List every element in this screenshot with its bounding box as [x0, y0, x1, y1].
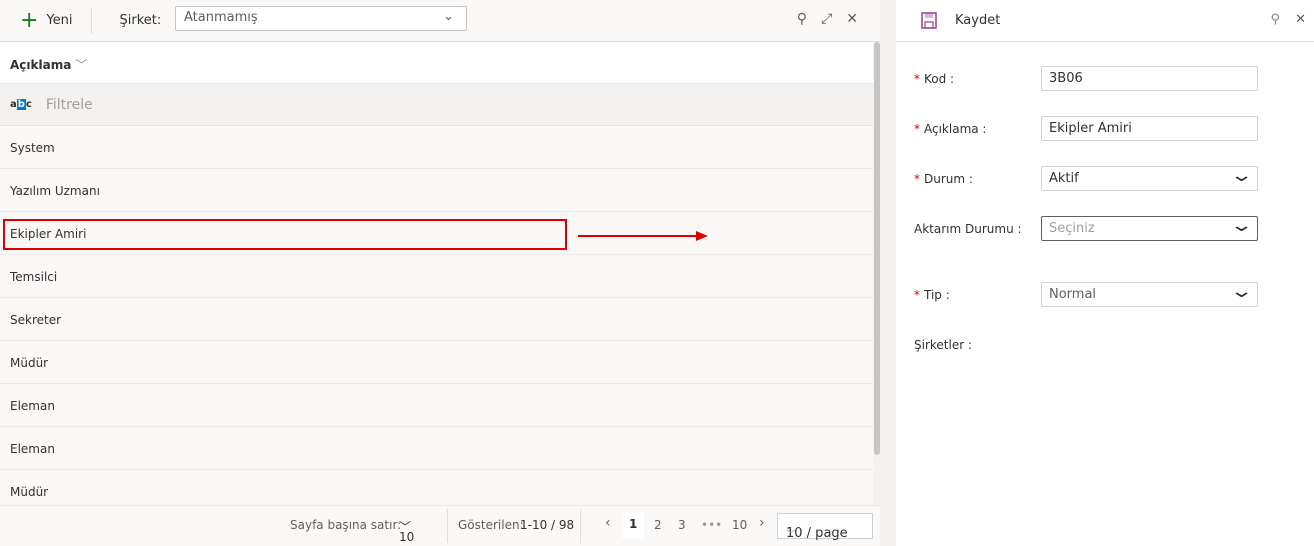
highlight-box [3, 219, 567, 250]
save-button[interactable]: Kaydet [955, 13, 1000, 28]
rows-per-page-label: Sayfa başına satır: [290, 518, 402, 532]
scrollbar-thumb[interactable] [874, 42, 880, 455]
table-row[interactable]: Sekreter [0, 298, 873, 341]
plus-icon: + [20, 7, 39, 33]
filter-input[interactable]: Filtrele [46, 97, 93, 113]
column-header-aciklama[interactable]: Açıklama ﹀ [0, 42, 873, 84]
expand-icon[interactable]: ⤢ [821, 11, 832, 27]
aktarim-durumu-label: Aktarım Durumu : [914, 222, 1022, 236]
chevron-down-icon: ⌄ [1229, 281, 1254, 302]
new-label: Yeni [46, 13, 73, 28]
table-row[interactable]: Müdür [0, 341, 873, 384]
pagination-bar: Sayfa başına satır: 10 ﹀ Gösterilen: 1-1… [0, 505, 880, 546]
save-icon[interactable] [921, 12, 937, 29]
chevron-down-icon: ⌄ [1229, 215, 1254, 236]
durum-select[interactable]: Aktif ⌄ [1041, 165, 1258, 191]
table-row[interactable]: Eleman [0, 427, 873, 470]
chevron-down-icon: ⌄ [1229, 165, 1254, 186]
rows-per-page-select[interactable]: 10 ﹀ [399, 518, 414, 544]
chevron-down-icon: ⌄ [443, 9, 454, 24]
close-icon[interactable]: ✕ [1295, 12, 1306, 27]
kod-label: * Kod : [914, 72, 955, 86]
page-10[interactable]: 10 [732, 518, 747, 532]
pin-icon[interactable]: ⚲ [1270, 12, 1280, 27]
page-1[interactable]: 1 [622, 512, 645, 538]
filter-row[interactable]: abc Filtrele [0, 84, 873, 126]
chevron-down-icon: ﹀ [75, 58, 88, 72]
kod-input[interactable]: 3B06 [1041, 66, 1258, 91]
rows-per-page-value: 10 [399, 530, 415, 544]
shown-label: Gösterilen: [458, 518, 524, 532]
pin-icon[interactable]: ⚲ [797, 11, 807, 27]
aciklama-label: * Açıklama : [914, 122, 987, 136]
sirketler-label: Şirketler : [914, 338, 973, 352]
page-2[interactable]: 2 [654, 518, 662, 532]
toolbar: + Yeni Şirket: Atanmamış ⌄ ⚲ ⤢ ✕ [0, 0, 880, 42]
table-row[interactable]: System [0, 126, 873, 169]
table-row[interactable]: Eleman [0, 384, 873, 427]
column-title: Açıklama [10, 58, 72, 72]
text-filter-icon: abc [10, 99, 32, 110]
page-ellipsis[interactable]: ••• [701, 518, 722, 532]
shown-value: 1-10 / 98 [520, 518, 575, 532]
new-button[interactable]: + Yeni [0, 7, 92, 34]
prev-page-icon[interactable]: ‹ [605, 515, 611, 531]
chevron-down-icon: ﹀ [786, 530, 796, 541]
company-select[interactable]: Atanmamış ⌄ [175, 6, 467, 31]
next-page-icon[interactable]: › [759, 515, 765, 531]
list-panel: + Yeni Şirket: Atanmamış ⌄ ⚲ ⤢ ✕ Açıklama ﹀ a… [0, 0, 880, 546]
page-3[interactable]: 3 [678, 518, 686, 532]
table-row[interactable]: Yazılım Uzmanı [0, 169, 873, 212]
company-label: Şirket: [119, 13, 162, 28]
page-size-select[interactable]: 10 / page ﹀ [777, 513, 873, 541]
tip-select[interactable]: Normal ⌄ [1041, 281, 1258, 307]
detail-panel: Kaydet ⚲ ✕ * Kod : 3B06 * Açıklama : Ekipl… [896, 0, 1314, 546]
durum-label: * Durum : [914, 172, 973, 186]
tip-label: * Tip : [914, 288, 950, 302]
grid-rows: System Yazılım Uzmanı Ekipler Amiri Tems… [0, 126, 873, 513]
aktarim-durumu-select[interactable]: Seçiniz ⌄ [1041, 215, 1258, 241]
close-icon[interactable]: ✕ [846, 11, 858, 27]
scrollbar[interactable] [873, 42, 880, 505]
arrow-annotation [578, 231, 708, 241]
aciklama-input[interactable]: Ekipler Amiri [1041, 116, 1258, 141]
table-row[interactable]: Temsilci [0, 255, 873, 298]
company-value: Atanmamış [184, 10, 258, 25]
